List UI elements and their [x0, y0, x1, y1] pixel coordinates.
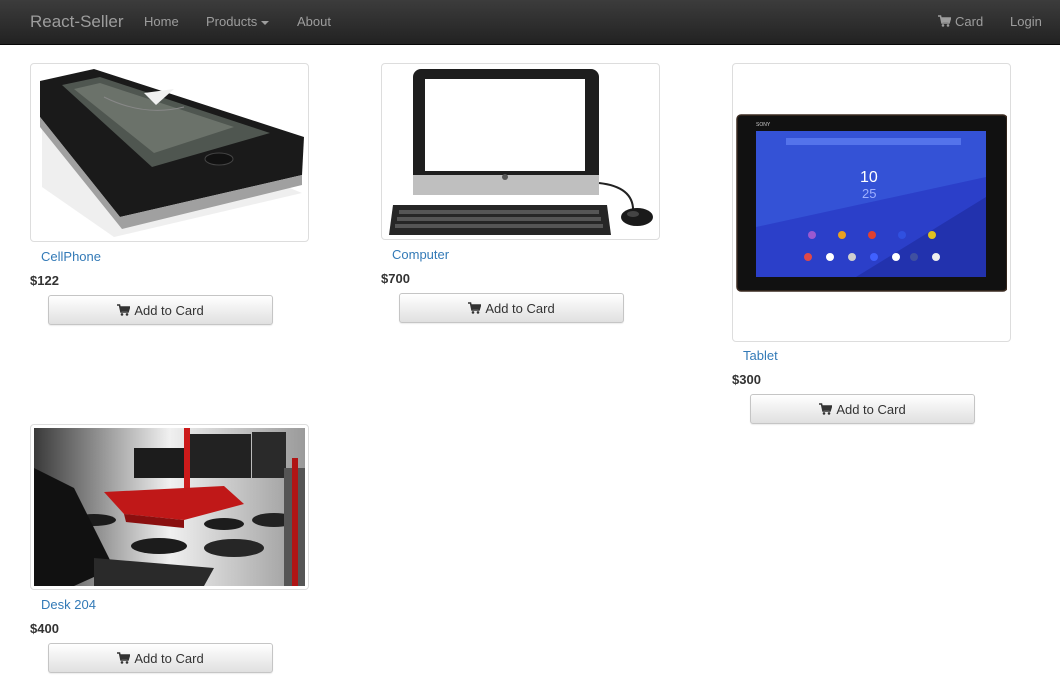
tablet-brand: SONY: [756, 122, 771, 128]
nav-products-dropdown[interactable]: Products: [206, 14, 270, 29]
nav-card-link[interactable]: Card: [938, 14, 983, 29]
brand-link[interactable]: React-Seller: [30, 12, 124, 32]
tablet-clock-hours: 10: [860, 169, 878, 186]
product-thumbnail[interactable]: [381, 63, 660, 240]
nav-about-link[interactable]: About: [297, 14, 331, 29]
add-to-card-button[interactable]: Add to Card: [750, 394, 975, 424]
cart-icon: [117, 652, 131, 664]
product-thumbnail[interactable]: [30, 63, 309, 242]
product-name-link[interactable]: Desk 204: [41, 597, 96, 612]
cart-icon: [819, 403, 833, 415]
cart-icon: [938, 15, 951, 27]
product-price: $300: [732, 372, 761, 387]
add-to-card-label: Add to Card: [485, 300, 555, 316]
tablet-image: SONY 10 25: [736, 67, 1007, 338]
computer-image: [385, 67, 656, 236]
product-name-link[interactable]: Tablet: [743, 348, 778, 363]
add-to-card-label: Add to Card: [134, 302, 204, 318]
desk-image: [34, 428, 305, 586]
caret-down-icon: [261, 20, 270, 25]
cellphone-image: [34, 67, 305, 238]
add-to-card-button[interactable]: Add to Card: [399, 293, 624, 323]
add-to-card-button[interactable]: Add to Card: [48, 295, 273, 325]
nav-home-link[interactable]: Home: [144, 14, 179, 29]
navbar: React-Seller Home Products About Card Lo…: [0, 0, 1060, 45]
nav-products-label: Products: [206, 14, 258, 29]
add-to-card-label: Add to Card: [836, 401, 906, 417]
product-thumbnail[interactable]: SONY 10 25: [732, 63, 1011, 342]
nav-card-label: Card: [955, 14, 984, 29]
product-price: $400: [30, 621, 59, 636]
cart-icon: [468, 302, 482, 314]
tablet-clock-minutes: 25: [862, 186, 876, 201]
product-name-link[interactable]: CellPhone: [41, 249, 101, 264]
nav-login-link[interactable]: Login: [1010, 14, 1042, 29]
product-price: $700: [381, 271, 410, 286]
cart-icon: [117, 304, 131, 316]
product-thumbnail[interactable]: [30, 424, 309, 590]
add-to-card-button[interactable]: Add to Card: [48, 643, 273, 673]
add-to-card-label: Add to Card: [134, 650, 204, 666]
product-price: $122: [30, 273, 59, 288]
product-name-link[interactable]: Computer: [392, 247, 449, 262]
